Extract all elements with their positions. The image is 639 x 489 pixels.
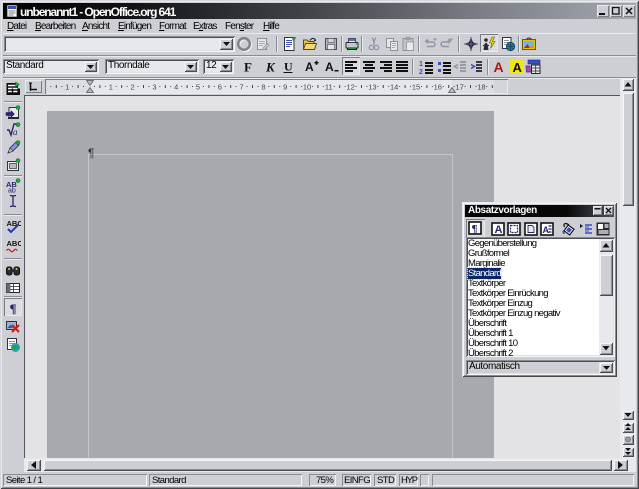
svg-text:9: 9 [283,83,287,92]
svg-text:14: 14 [390,83,398,92]
svg-text:1: 1 [109,83,113,92]
svg-text:F: F [244,60,252,75]
svg-text:13: 13 [368,83,376,92]
svg-text:3: 3 [152,83,156,92]
svg-text:A: A [542,225,549,235]
svg-text:11: 11 [325,83,333,92]
svg-text:15: 15 [412,83,420,92]
svg-text:¶: ¶ [10,301,17,316]
svg-text:A: A [494,224,502,236]
svg-text:A: A [305,60,314,74]
svg-text:16: 16 [434,83,442,92]
svg-text:1: 1 [65,83,69,92]
svg-text:K: K [265,60,276,75]
svg-text:A: A [494,59,504,75]
svg-text:A: A [513,60,523,75]
svg-text:17: 17 [455,83,463,92]
svg-text:6: 6 [218,83,222,92]
svg-text:a: a [13,127,18,137]
svg-text:1: 1 [419,61,423,68]
svg-text:ABC: ABC [7,219,22,228]
svg-text:4: 4 [174,83,178,92]
svg-text:2: 2 [419,69,423,75]
svg-text:ABC: ABC [7,239,22,248]
svg-text:18: 18 [477,83,485,92]
svg-text:12: 12 [346,83,354,92]
svg-text:2: 2 [131,83,135,92]
svg-text:U: U [284,60,293,74]
svg-text:7: 7 [240,83,244,92]
svg-text:¶: ¶ [472,223,478,235]
svg-text:A: A [325,60,334,74]
svg-text:10: 10 [303,83,311,92]
svg-text:8: 8 [261,83,265,92]
svg-text:5: 5 [196,83,200,92]
